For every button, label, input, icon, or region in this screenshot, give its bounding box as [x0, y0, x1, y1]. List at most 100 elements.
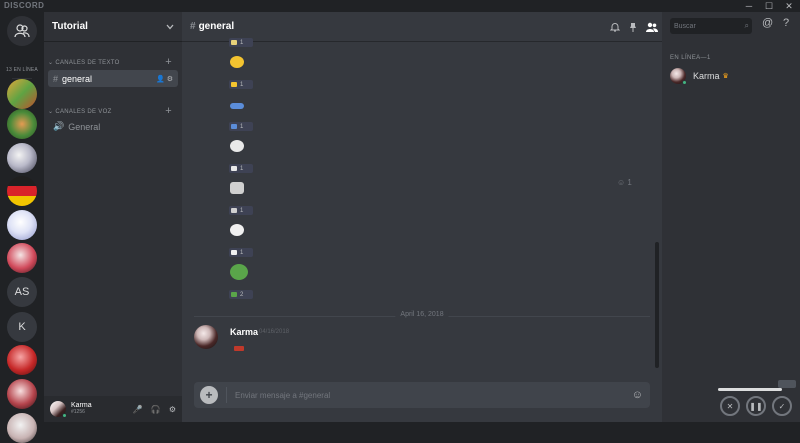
reaction-count: 1 — [240, 39, 244, 46]
category-voice[interactable]: ⌄ CANALES DE VOZ + — [48, 105, 176, 117]
server-icon[interactable] — [7, 79, 37, 109]
overlay-tag — [778, 380, 796, 388]
avatar[interactable] — [50, 401, 67, 418]
server-initials: K — [18, 321, 26, 333]
reaction[interactable]: 1 — [229, 38, 253, 47]
server-icon[interactable] — [7, 379, 37, 409]
upload-button[interactable]: + — [200, 386, 218, 404]
overlay-bar — [718, 388, 782, 391]
emoji-picker-icon[interactable]: ☺ — [632, 389, 643, 401]
channel-actions: 👤 ⚙ — [156, 75, 173, 83]
pin-icon[interactable] — [629, 22, 637, 32]
reaction[interactable]: 1 — [229, 122, 253, 131]
home-button[interactable] — [7, 16, 37, 46]
reaction-count: 1 — [240, 165, 244, 172]
search-input[interactable]: Buscar ⌕ — [670, 18, 752, 34]
channel-general-voice[interactable]: 🔊 General — [48, 118, 178, 135]
server-icon[interactable] — [7, 176, 37, 206]
reaction-count: 2 — [240, 291, 244, 298]
online-count: 13 EN LÍNEA — [6, 67, 38, 73]
add-channel-icon[interactable]: + — [165, 105, 172, 117]
emoji-icon — [231, 124, 237, 129]
server-header[interactable]: Tutorial — [44, 12, 182, 42]
chevron-down-icon — [166, 24, 174, 29]
reaction[interactable]: 1 — [229, 164, 253, 173]
hash-icon: # — [53, 73, 59, 84]
plus-icon: + — [205, 388, 213, 402]
server-icon[interactable] — [7, 210, 37, 240]
category-label: CANALES DE VOZ — [55, 108, 112, 115]
hash-icon: # — [190, 21, 196, 32]
microphone-icon[interactable]: 🎤 — [133, 405, 143, 414]
message-composer: + ☺ — [194, 382, 650, 408]
headphones-icon[interactable]: 🎧 — [151, 405, 161, 414]
reaction[interactable]: 1 — [229, 248, 253, 257]
reaction[interactable]: 1 — [229, 206, 253, 215]
crown-icon: ♛ — [722, 73, 729, 80]
help-icon[interactable]: ? — [783, 17, 789, 29]
server-icon[interactable]: AS — [7, 277, 37, 307]
check-icon: ✓ — [778, 401, 786, 411]
search-icon: ⌕ — [744, 21, 749, 30]
emoji-icon — [231, 82, 237, 87]
message-author[interactable]: Karma — [230, 327, 258, 337]
member-name: Karma — [693, 71, 720, 81]
friends-icon — [14, 24, 30, 38]
add-channel-icon[interactable]: + — [165, 56, 172, 68]
emoji-icon — [231, 208, 237, 213]
avatar[interactable] — [194, 325, 218, 349]
members-icon[interactable] — [646, 22, 658, 32]
date-divider: April 16, 2018 — [194, 311, 650, 318]
speaker-icon: 🔊 — [53, 121, 65, 131]
channel-general-text[interactable]: # general 👤 ⚙ — [48, 70, 178, 87]
avatar — [670, 68, 687, 85]
minimize-button[interactable]: ─ — [740, 0, 758, 12]
gear-icon[interactable]: ⚙ — [167, 76, 173, 83]
reaction-count: 1 — [240, 123, 244, 130]
category-text[interactable]: ⌄ CANALES DE TEXTO + — [48, 56, 176, 68]
scrollbar[interactable] — [655, 242, 659, 368]
chevron-down-icon: ⌄ — [48, 60, 54, 66]
reaction[interactable]: 1 — [229, 80, 253, 89]
close-button[interactable]: ✕ — [780, 0, 798, 12]
member-item[interactable]: Karma ♛ — [670, 68, 729, 85]
close-overlay-button[interactable]: ✕ — [720, 396, 740, 416]
user-panel: Karma #1256 🎤 🎧 ⚙ — [44, 396, 182, 422]
server-initials: AS — [14, 286, 30, 298]
chat-header: # general — [182, 12, 662, 42]
message-input[interactable] — [235, 390, 632, 400]
maximize-button[interactable]: ☐ — [760, 0, 778, 12]
server-icon[interactable] — [7, 143, 37, 173]
reaction[interactable]: 2 — [229, 290, 253, 299]
confirm-button[interactable]: ✓ — [772, 396, 792, 416]
server-icon[interactable] — [7, 243, 37, 273]
gear-icon[interactable]: ⚙ — [169, 405, 176, 414]
chat-area: # general 1 1 1 1 1 1 2 ☺ 1 April 16, 20… — [182, 12, 662, 422]
emoji-icon — [231, 292, 237, 297]
mentions-icon[interactable]: @ — [762, 17, 773, 29]
bell-icon[interactable] — [610, 22, 620, 32]
emoji-image — [230, 264, 248, 280]
invite-icon[interactable]: 👤 — [156, 76, 165, 83]
online-status-icon — [62, 413, 67, 418]
add-reaction-button[interactable]: ☺ 1 — [617, 178, 632, 187]
emoji-image — [230, 103, 244, 109]
channel-name: General — [68, 121, 101, 132]
header-toolbar — [610, 12, 658, 42]
server-list: 13 EN LÍNEA AS K — [0, 12, 44, 443]
message-emoji — [234, 346, 244, 351]
server-icon[interactable] — [7, 109, 37, 139]
server-icon[interactable] — [7, 413, 37, 443]
server-icon[interactable]: K — [7, 312, 37, 342]
search-placeholder: Buscar — [674, 22, 696, 30]
emoji-image — [230, 140, 244, 152]
title-bar: DISCORD ─ ☐ ✕ — [0, 0, 800, 12]
composer-divider — [226, 387, 227, 403]
emoji-icon — [231, 166, 237, 171]
server-icon[interactable] — [7, 345, 37, 375]
emoji-image — [230, 56, 244, 68]
reaction-count: 1 — [240, 249, 244, 256]
date-label: April 16, 2018 — [395, 311, 449, 318]
emoji-image — [230, 182, 244, 194]
pause-button[interactable]: ❚❚ — [746, 396, 766, 416]
